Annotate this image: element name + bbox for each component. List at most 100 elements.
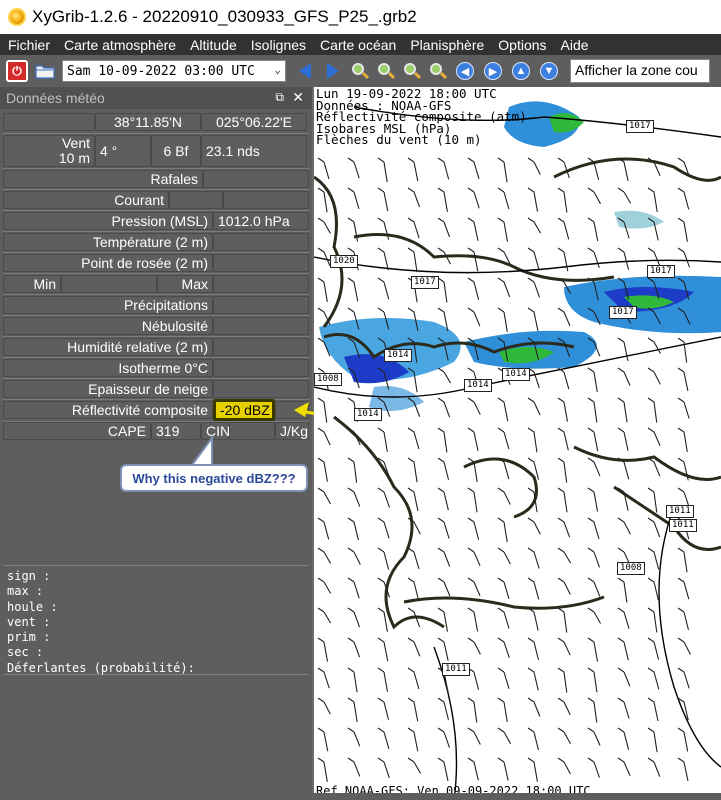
- wind-barb: [647, 697, 655, 703]
- wind-barb: [527, 217, 535, 223]
- wind-arrow: [563, 671, 568, 693]
- wind-arrow: [383, 701, 390, 720]
- wind-arrow: [533, 671, 539, 691]
- wind-barb: [677, 487, 685, 493]
- wind-barb: [677, 457, 685, 463]
- wind-barb: [647, 667, 655, 673]
- wind-arrow: [563, 551, 572, 564]
- wind-barb: [347, 487, 355, 493]
- wind-barb: [677, 637, 685, 643]
- wind-barb: [587, 157, 595, 163]
- wind-barb: [497, 247, 505, 253]
- wind-arrow: [653, 491, 658, 513]
- wind-barb: [317, 637, 325, 643]
- wind-barb: [587, 667, 595, 673]
- wind-arrow: [443, 491, 449, 511]
- wind-barb: [437, 607, 445, 613]
- wind-barb: [347, 577, 355, 583]
- wind-barb: [347, 727, 355, 733]
- wind-barb: [377, 577, 385, 583]
- wind-arrow: [563, 251, 569, 272]
- wind-barb: [497, 517, 505, 523]
- wind-barb: [677, 577, 685, 583]
- wind-arrow: [533, 191, 539, 212]
- weather-map[interactable]: Lun 19-09-2022 18:00 UTC Données : NOAA-G…: [314, 87, 721, 800]
- wind-arrow: [563, 191, 568, 213]
- wind-barb: [557, 457, 565, 463]
- wind-arrow: [503, 761, 509, 781]
- wind-barb: [377, 157, 385, 163]
- wind-arrow: [323, 761, 328, 782]
- wind-arrow: [383, 611, 388, 632]
- wind-barb: [677, 217, 685, 223]
- wind-arrow: [503, 551, 511, 565]
- wind-arrow: [683, 671, 690, 689]
- wind-arrow: [503, 641, 510, 659]
- map-canvas: [314, 101, 721, 800]
- wind-arrow: [353, 191, 360, 210]
- wind-barb: [317, 427, 325, 433]
- wind-arrow: [653, 611, 658, 633]
- wind-arrow: [503, 461, 510, 480]
- wind-barb: [437, 157, 445, 163]
- wind-arrow: [503, 521, 508, 543]
- wind-arrow: [533, 521, 541, 535]
- wind-arrow: [413, 761, 422, 774]
- wind-arrow: [653, 671, 660, 690]
- wind-barb: [317, 247, 325, 253]
- wind-arrow: [503, 581, 510, 599]
- wind-barb: [587, 397, 595, 403]
- wind-barb: [377, 517, 385, 523]
- wind-barb: [677, 757, 685, 763]
- wind-barb: [467, 247, 475, 253]
- wind-arrow: [533, 311, 539, 332]
- wind-barb: [527, 187, 535, 193]
- wind-arrow: [533, 731, 539, 751]
- wind-barb: [317, 757, 325, 763]
- wind-barb: [437, 397, 445, 403]
- wind-arrow: [353, 551, 361, 565]
- wind-barb: [527, 517, 535, 523]
- wind-arrow: [443, 281, 448, 303]
- wind-barb: [587, 637, 595, 643]
- wind-barb: [347, 277, 355, 283]
- wind-arrow: [533, 761, 538, 782]
- isobar-label: 1017: [626, 120, 654, 133]
- wind-arrow: [353, 221, 359, 242]
- wind-arrow: [473, 641, 481, 655]
- wind-arrow: [353, 521, 359, 541]
- wind-barb: [587, 607, 595, 613]
- wind-arrow: [383, 161, 388, 183]
- wind-barb: [587, 217, 595, 223]
- wind-arrow: [473, 311, 481, 327]
- wind-arrow: [563, 731, 571, 744]
- wind-barb: [377, 667, 385, 673]
- wind-barb: [557, 727, 565, 733]
- wind-barb: [647, 607, 655, 613]
- wind-arrow: [623, 641, 629, 661]
- wind-barb: [647, 637, 655, 643]
- wind-arrow: [683, 341, 688, 363]
- wind-barb: [647, 547, 655, 553]
- wind-arrow: [533, 581, 540, 600]
- map-info-line: Flèches du vent (10 m): [316, 132, 482, 147]
- wind-barb: [587, 187, 595, 193]
- wind-barb: [437, 247, 445, 253]
- wind-arrow: [593, 491, 599, 512]
- wind-barb: [437, 517, 445, 523]
- wind-barb: [377, 727, 385, 733]
- wind-arrow: [323, 611, 332, 624]
- coastline: [353, 233, 615, 282]
- isobar-label: 1014: [354, 408, 382, 421]
- wind-barb: [617, 427, 625, 433]
- wind-arrow: [683, 611, 690, 631]
- wind-barb: [377, 757, 385, 763]
- wind-arrow: [503, 431, 510, 450]
- wind-barb: [377, 637, 385, 643]
- wind-arrow: [623, 761, 631, 776]
- wind-arrow: [653, 701, 659, 721]
- wind-arrow: [533, 251, 540, 270]
- wind-arrow: [623, 671, 631, 687]
- wind-barb: [407, 697, 415, 703]
- wind-arrow: [503, 191, 510, 210]
